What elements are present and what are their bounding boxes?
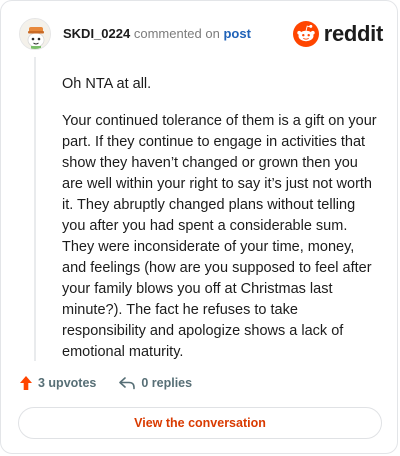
view-conversation-button[interactable]: View the conversation — [18, 407, 382, 439]
thread-line — [34, 57, 36, 361]
embedded-comment-card: SKDI_0224 commented on post reddit Oh NT… — [0, 0, 398, 454]
comment-paragraph: Oh NTA at all. — [62, 76, 152, 92]
comment-meta: SKDI_0224 commented on post — [63, 26, 251, 42]
post-link[interactable]: post — [223, 26, 250, 41]
brand-wordmark: reddit — [323, 21, 384, 46]
reply-button[interactable]: 0 replies — [118, 376, 192, 390]
upvote-count: 3 upvotes — [38, 376, 97, 390]
upvote-arrow-icon — [20, 376, 32, 390]
comment-body: Oh NTA at all. Your continued tolerance … — [62, 74, 380, 379]
avatar[interactable] — [19, 18, 51, 50]
reply-count: 0 replies — [141, 376, 193, 390]
username-link[interactable]: SKDI_0224 — [63, 26, 130, 41]
snoo-avatar-icon — [20, 19, 50, 49]
reply-arrow-icon — [119, 377, 136, 390]
reddit-brand[interactable]: reddit — [292, 21, 384, 47]
upvote-button[interactable]: 3 upvotes — [19, 375, 96, 391]
comment-actions: 3 upvotes 0 replies — [19, 373, 192, 393]
reddit-snoo-logo-icon — [292, 21, 319, 47]
comment-paragraph: Your continued tolerance of them is a gi… — [62, 113, 377, 360]
action-text: commented on — [133, 26, 220, 41]
comment-header: SKDI_0224 commented on post reddit — [19, 16, 383, 52]
